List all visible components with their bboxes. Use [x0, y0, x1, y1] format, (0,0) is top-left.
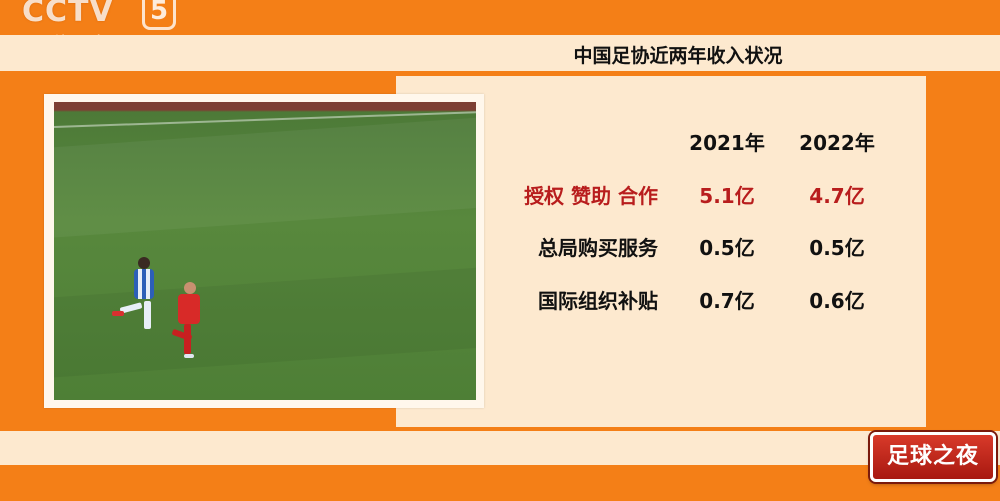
player-blue	[112, 257, 166, 347]
program-badge: 足球之夜	[870, 432, 996, 482]
row-value-international-2022: 0.6亿	[809, 289, 865, 313]
year-header-2022: 2022年	[799, 131, 875, 155]
bottom-bar	[0, 431, 1000, 465]
year-header-2021: 2021年	[689, 131, 765, 155]
row-value-international-2021: 0.7亿	[699, 289, 755, 313]
row-value-sponsorship-2022: 4.7亿	[809, 184, 865, 208]
row-label-sponsorship: 授权 赞助 合作	[524, 184, 658, 208]
row-label-international: 国际组织补贴	[538, 289, 658, 313]
channel-logo-text: CCTV	[22, 0, 114, 29]
title-bar: 中国足协近两年收入状况	[0, 35, 1000, 71]
row-value-government-2022: 0.5亿	[809, 236, 865, 260]
row-value-government-2021: 0.5亿	[699, 236, 755, 260]
match-footage	[54, 102, 476, 400]
graphic-title: 中国足协近两年收入状况	[573, 45, 783, 67]
channel-number: 5	[142, 0, 176, 30]
row-value-sponsorship-2021: 5.1亿	[699, 184, 755, 208]
player-red	[164, 282, 204, 372]
video-frame	[44, 94, 484, 408]
row-label-government: 总局购买服务	[538, 236, 658, 260]
